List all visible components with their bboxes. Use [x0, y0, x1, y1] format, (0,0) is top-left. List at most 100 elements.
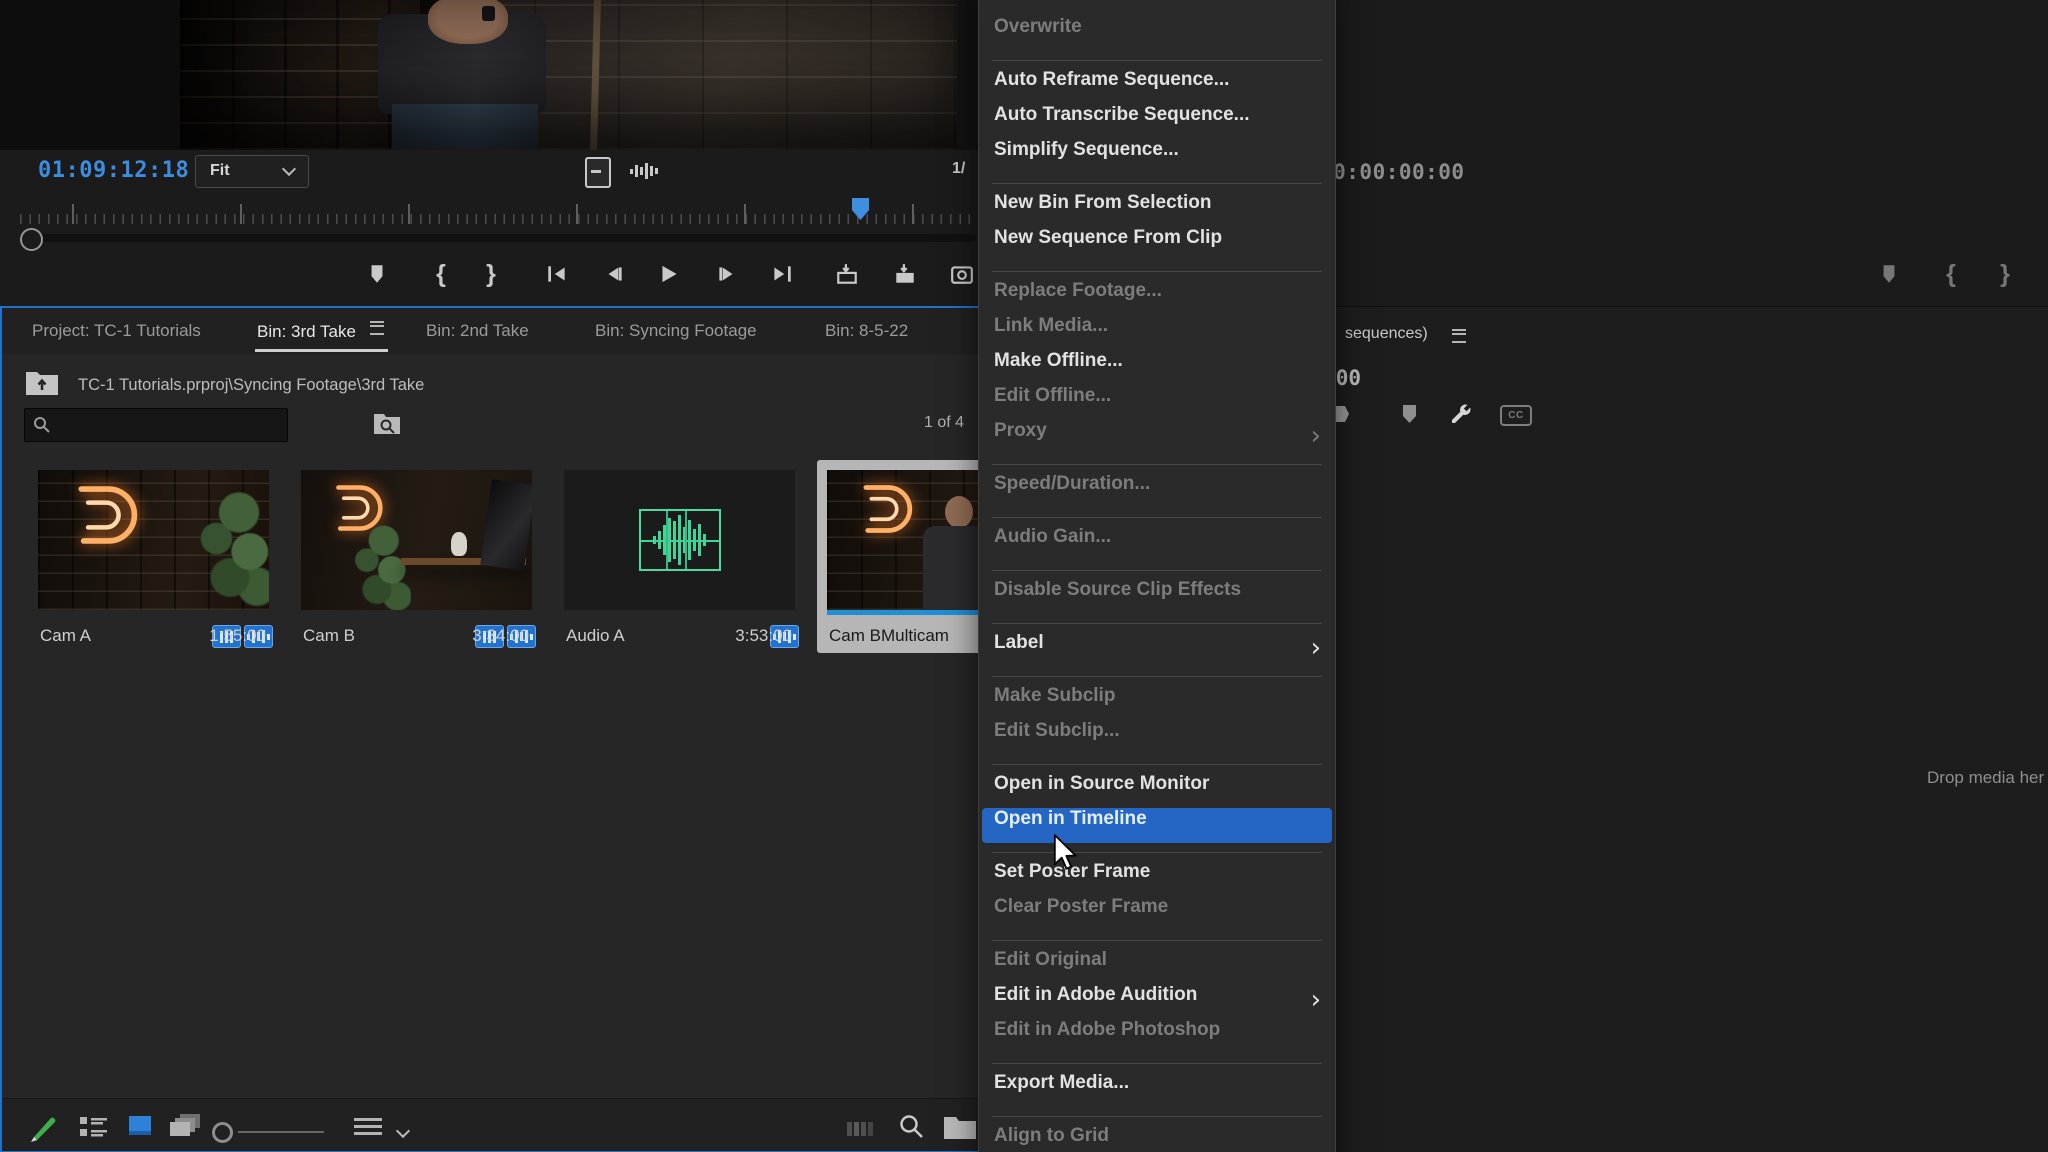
- search-box[interactable]: [24, 408, 288, 442]
- overwrite-button[interactable]: [888, 258, 922, 290]
- bin-item-name: Cam B: [303, 626, 355, 645]
- bin-item-cam-a[interactable]: Cam A 1:55:00: [28, 460, 278, 653]
- timeline-tab-label[interactable]: sequences): [1345, 325, 1428, 343]
- sort-icon[interactable]: [354, 1117, 386, 1142]
- panel-menu-icon[interactable]: [1452, 329, 1466, 343]
- tab-bin-8-5-22[interactable]: Bin: 8-5-22: [825, 321, 908, 341]
- menu-item-auto-reframe-sequence[interactable]: Auto Reframe Sequence...: [979, 69, 1335, 104]
- tab-bin-syncing-footage[interactable]: Bin: Syncing Footage: [595, 321, 757, 341]
- tab-label: Bin: 8-5-22: [825, 321, 909, 340]
- menu-item-export-media[interactable]: Export Media...: [979, 1072, 1335, 1107]
- wrench-icon[interactable]: [1446, 402, 1476, 426]
- bin-item-name: Cam BMulticam: [829, 626, 949, 645]
- tab-project-tc-1-tutorials[interactable]: Project: TC-1 Tutorials: [32, 321, 201, 341]
- step-forward-button[interactable]: [710, 258, 744, 290]
- new-bin-icon[interactable]: [942, 1113, 978, 1146]
- mark-in-button[interactable]: {: [424, 258, 458, 290]
- breadcrumb[interactable]: TC-1 Tutorials.prproj\Syncing Footage\3r…: [78, 376, 424, 395]
- find-icon[interactable]: [898, 1113, 926, 1146]
- tab-label: Project: TC-1 Tutorials: [32, 321, 201, 340]
- tab-label: Bin: 3rd Take: [257, 322, 356, 341]
- menu-item-simplify-sequence[interactable]: Simplify Sequence...: [979, 139, 1335, 174]
- playback-resolution[interactable]: 1/: [952, 160, 965, 178]
- menu-item-label: Insert: [994, 0, 1046, 2]
- menu-separator: [979, 1054, 1335, 1072]
- menu-item-insert: Insert: [979, 0, 1335, 16]
- list-view-icon[interactable]: [80, 1115, 108, 1144]
- zoom-level-value: Fit: [210, 162, 230, 179]
- search-icon: [34, 417, 50, 433]
- menu-item-label: Replace Footage...: [994, 280, 1162, 301]
- thumbnail: [301, 470, 532, 610]
- freeform-view-icon[interactable]: [170, 1113, 202, 1144]
- menu-item-label: Edit in Adobe Audition: [994, 984, 1198, 1005]
- source-zoom-scrollbar[interactable]: [30, 234, 976, 242]
- folder-up-icon[interactable]: [24, 368, 60, 398]
- premiere-pro-window: 01:09:12:18 Fit 1/ {} {} 00:00:00:00 Pro…: [0, 0, 2048, 1152]
- source-timecode[interactable]: 01:09:12:18: [38, 158, 189, 183]
- drag-audio-icon[interactable]: [630, 161, 660, 181]
- bin-item-audio-a[interactable]: Audio A 3:53:00: [554, 460, 804, 653]
- tab-bin-3rd-take[interactable]: Bin: 3rd Take: [255, 321, 388, 352]
- bin-item-cam-b[interactable]: Cam B 3:34:00: [291, 460, 541, 653]
- play-button[interactable]: [652, 258, 686, 290]
- panel-menu-icon[interactable]: [369, 321, 384, 335]
- edit-pencil-icon: [28, 1111, 60, 1148]
- mark-out-button[interactable]: }: [474, 258, 508, 290]
- mark-in-icon[interactable]: {: [1934, 258, 1968, 290]
- drag-video-icon[interactable]: [585, 157, 611, 188]
- automate-sequence-icon[interactable]: [847, 1119, 877, 1144]
- bin-item-duration: 1:55:00: [209, 626, 266, 645]
- marker-icon[interactable]: [1872, 258, 1906, 290]
- menu-item-open-in-source-monitor[interactable]: Open in Source Monitor: [979, 773, 1335, 808]
- captions-icon[interactable]: CC: [1500, 405, 1532, 426]
- menu-separator: [979, 174, 1335, 192]
- search-bin-icon[interactable]: [370, 408, 404, 440]
- menu-item-audio-gain: Audio Gain...: [979, 526, 1335, 561]
- menu-item-set-poster-frame[interactable]: Set Poster Frame: [979, 861, 1335, 896]
- menu-separator: [979, 667, 1335, 685]
- menu-item-label: Label: [994, 632, 1044, 653]
- menu-separator: [979, 1107, 1335, 1125]
- menu-item-label: Export Media...: [994, 1072, 1130, 1093]
- menu-item-new-sequence-from-clip[interactable]: New Sequence From Clip: [979, 227, 1335, 262]
- audio-waveform-icon: [638, 509, 721, 571]
- zoom-slider-track[interactable]: [238, 1131, 324, 1133]
- insert-button[interactable]: [830, 258, 864, 290]
- item-count: 1 of 4: [923, 414, 964, 431]
- marker-button[interactable]: [360, 258, 394, 290]
- submenu-arrow-icon: ›: [1310, 421, 1321, 451]
- menu-item-auto-transcribe-sequence[interactable]: Auto Transcribe Sequence...: [979, 104, 1335, 139]
- video-vignette: [180, 0, 957, 150]
- source-monitor-video[interactable]: [180, 0, 957, 150]
- menu-item-label: Edit Original: [994, 949, 1107, 970]
- menu-item-label: Open in Timeline: [994, 808, 1147, 829]
- bin-item-duration: 3:34:00: [472, 626, 529, 645]
- source-monitor-pillarbox: [0, 0, 180, 150]
- menu-item-new-bin-from-selection[interactable]: New Bin From Selection: [979, 192, 1335, 227]
- zoom-slider-handle[interactable]: [212, 1122, 233, 1143]
- menu-item-edit-in-adobe-audition[interactable]: Edit in Adobe Audition ›: [979, 984, 1335, 1019]
- person-head: [945, 496, 973, 528]
- tab-bin-2nd-take[interactable]: Bin: 2nd Take: [426, 321, 529, 341]
- menu-item-speed-duration: Speed/Duration...: [979, 473, 1335, 508]
- export-frame-button[interactable]: [945, 258, 979, 290]
- menu-item-edit-subclip: Edit Subclip...: [979, 720, 1335, 755]
- go-to-in-button[interactable]: [540, 258, 574, 290]
- menu-item-label: Open in Source Monitor: [994, 773, 1210, 794]
- menu-item-make-offline[interactable]: Make Offline...: [979, 350, 1335, 385]
- step-back-button[interactable]: [597, 258, 631, 290]
- source-time-ruler[interactable]: [20, 200, 978, 224]
- menu-separator: [979, 561, 1335, 579]
- icon-view-icon[interactable]: [128, 1115, 154, 1144]
- menu-item-open-in-timeline[interactable]: Open in Timeline: [982, 808, 1332, 843]
- marker-icon[interactable]: [1394, 402, 1424, 426]
- go-to-out-button[interactable]: [765, 258, 799, 290]
- menu-item-label: New Sequence From Clip: [994, 227, 1223, 248]
- source-zoom-handle[interactable]: [20, 228, 43, 251]
- search-input[interactable]: [55, 412, 281, 438]
- zoom-level-dropdown[interactable]: Fit: [195, 155, 309, 188]
- menu-separator: [979, 614, 1335, 632]
- menu-item-label[interactable]: Label ›: [979, 632, 1335, 667]
- mark-out-icon[interactable]: }: [1988, 258, 2022, 290]
